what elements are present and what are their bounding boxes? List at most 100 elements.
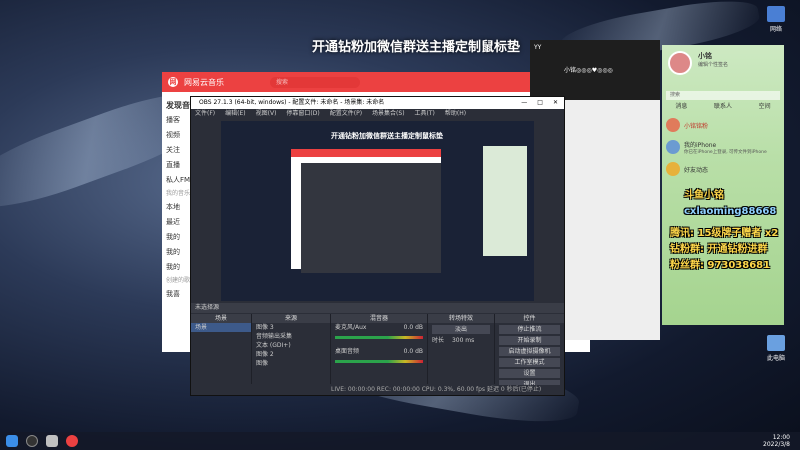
mixer-dock-title: 混音器 xyxy=(331,314,427,323)
menu-edit[interactable]: 编辑(E) xyxy=(225,109,245,119)
obs-statusbar: LIVE: 00:00:00 REC: 00:00:00 CPU: 0.3%, … xyxy=(191,385,564,395)
yy-title: YY xyxy=(534,44,542,51)
taskbar: 12:00 2022/3/8 xyxy=(0,432,800,450)
menu-help[interactable]: 帮助(H) xyxy=(445,109,466,119)
music-app-title: 网易云音乐 xyxy=(184,77,224,87)
overlay-line: cxlaoming88668 xyxy=(684,206,777,217)
tab-space[interactable]: 空间 xyxy=(759,100,771,114)
mixer-channel-name: 桌面音频 xyxy=(335,348,360,355)
qq-username: 小铭 xyxy=(698,52,712,60)
menu-profile[interactable]: 配置文件(P) xyxy=(330,109,362,119)
nested-qq-window xyxy=(483,146,527,256)
overlay-line: 腾讯: 15级牌子赠者 x2 xyxy=(670,228,779,239)
sources-dock-title: 来源 xyxy=(252,314,330,323)
menu-file[interactable]: 文件(F) xyxy=(195,109,215,119)
music-search-input[interactable]: 搜索 xyxy=(270,76,360,88)
obs-preview[interactable]: 开通钻粉加微信群送主播定制鼠标垫 xyxy=(221,121,534,301)
stream-banner: 开通钻粉加微信群送主播定制鼠标垫 xyxy=(311,40,520,55)
contact-name: 小铭铭粉 xyxy=(684,122,709,130)
menu-scene-collection[interactable]: 场景集合(S) xyxy=(372,109,405,119)
source-item[interactable]: 图像 xyxy=(252,359,330,368)
transition-select[interactable]: 淡出 xyxy=(432,325,490,334)
computer-icon xyxy=(767,335,785,351)
menu-tools[interactable]: 工具(T) xyxy=(415,109,435,119)
netease-logo-icon: 网 xyxy=(168,77,178,87)
controls-dock: 控件 停止推流 开始录制 启动虚拟摄像机 工作室模式 设置 退出 xyxy=(495,314,564,389)
obs-title-text: OBS 27.1.3 (64-bit, windows) - 配置文件: 未命名… xyxy=(199,99,385,106)
contact-name: 我的iPhone xyxy=(684,141,717,149)
qq-window: 小铭 编辑个性签名 搜索 消息 联系人 空间 小铭铭粉 我的iPhone 你已在… xyxy=(662,45,784,325)
overlay-line: 钻粉群: 开通钻粉进群 xyxy=(670,244,768,255)
avatar[interactable] xyxy=(668,51,692,75)
duration-input[interactable]: 300 ms xyxy=(452,337,474,344)
overlay-line: 粉丝群: 973038681 xyxy=(670,260,771,271)
desktop-icon-network[interactable]: 网络 xyxy=(756,6,796,33)
contact-name: 好友动态 xyxy=(684,166,709,174)
close-icon[interactable]: ✕ xyxy=(553,97,558,109)
scenes-dock-title: 场景 xyxy=(191,314,251,323)
network-icon xyxy=(767,6,785,22)
menu-docks[interactable]: 停靠窗口(D) xyxy=(286,109,319,119)
source-item[interactable]: 图像 2 xyxy=(252,350,330,359)
transition-duration: 时长 300 ms xyxy=(428,336,494,345)
taskbar-clock[interactable]: 12:00 2022/3/8 xyxy=(763,434,790,448)
volume-meter[interactable] xyxy=(335,336,423,339)
list-item[interactable]: 小铭铭粉 xyxy=(662,114,784,136)
source-item[interactable]: 音频输出采集 xyxy=(252,332,330,341)
phone-icon xyxy=(666,140,680,154)
qq-header: 小铭 编辑个性签名 xyxy=(662,45,784,91)
preview-banner: 开通钻粉加微信群送主播定制鼠标垫 xyxy=(331,132,443,140)
list-item[interactable]: 我的iPhone 你已在iPhone上登录, 可传文件到iPhone xyxy=(662,136,784,158)
virtual-camera-button[interactable]: 启动虚拟摄像机 xyxy=(499,347,560,356)
obs-source-toolbar: 未选择源 xyxy=(191,303,564,313)
netease-taskbar-icon[interactable] xyxy=(66,435,78,447)
clock-time: 12:00 xyxy=(772,434,790,441)
yy-header: YY 小铭◎◎◎♥◎◎◎ xyxy=(530,40,660,100)
yy-user: 小铭◎◎◎♥◎◎◎ xyxy=(564,67,613,74)
obs-window: OBS 27.1.3 (64-bit, windows) - 配置文件: 未命名… xyxy=(190,96,565,396)
qq-tabs: 消息 联系人 空间 xyxy=(662,100,784,114)
duration-label: 时长 xyxy=(432,337,445,344)
maximize-icon[interactable]: □ xyxy=(537,97,543,109)
source-item[interactable]: 文本 (GDI+) xyxy=(252,341,330,350)
mixer-channel: 麦克风/Aux 0.0 dB xyxy=(331,323,427,332)
mixer-channel-name: 麦克风/Aux xyxy=(335,324,367,331)
tab-messages[interactable]: 消息 xyxy=(675,100,687,114)
obs-docks: 场景 场景 来源 图像 3 音频输出采集 文本 (GDI+) 图像 2 图像 混… xyxy=(191,314,564,389)
mixer-channel: 桌面音频 0.0 dB xyxy=(331,347,427,356)
contact-message: 你已在iPhone上登录, 可传文件到iPhone xyxy=(684,149,767,155)
menu-view[interactable]: 视图(V) xyxy=(256,109,277,119)
transitions-dock-title: 转场特效 xyxy=(428,314,494,323)
desktop-icon-computer[interactable]: 此电脑 xyxy=(756,335,796,362)
obs-titlebar: OBS 27.1.3 (64-bit, windows) - 配置文件: 未命名… xyxy=(191,97,564,109)
no-source-label: 未选择源 xyxy=(195,304,220,311)
transitions-dock: 转场特效 淡出 时长 300 ms xyxy=(428,314,494,384)
app-taskbar-icon[interactable] xyxy=(46,435,58,447)
settings-button[interactable]: 设置 xyxy=(499,369,560,378)
obs-taskbar-icon[interactable] xyxy=(26,435,38,447)
star-icon xyxy=(666,162,680,176)
obs-menubar: 文件(F) 编辑(E) 视图(V) 停靠窗口(D) 配置文件(P) 场景集合(S… xyxy=(191,109,564,119)
clock-date: 2022/3/8 xyxy=(763,441,790,448)
minimize-icon[interactable]: — xyxy=(521,97,527,109)
windows-start-icon[interactable] xyxy=(6,435,18,447)
list-item[interactable]: 好友动态 xyxy=(662,158,784,180)
controls-dock-title: 控件 xyxy=(495,314,564,323)
scene-item[interactable]: 场景 xyxy=(191,323,251,332)
volume-meter[interactable] xyxy=(335,360,423,363)
mixer-channel-db: 0.0 dB xyxy=(403,348,423,355)
avatar xyxy=(666,118,680,132)
mixer-dock: 混音器 麦克风/Aux 0.0 dB 桌面音频 0.0 dB xyxy=(331,314,427,384)
scenes-dock: 场景 场景 xyxy=(191,314,251,384)
overlay-line: 斗鱼小铭 xyxy=(684,190,724,201)
tab-contacts[interactable]: 联系人 xyxy=(714,100,732,114)
sources-dock: 来源 图像 3 音频输出采集 文本 (GDI+) 图像 2 图像 xyxy=(252,314,330,384)
source-item[interactable]: 图像 3 xyxy=(252,323,330,332)
start-record-button[interactable]: 开始录制 xyxy=(499,336,560,345)
stop-stream-button[interactable]: 停止推流 xyxy=(499,325,560,334)
qq-signature[interactable]: 编辑个性签名 xyxy=(698,61,728,68)
nested-obs-window xyxy=(301,163,441,273)
qq-search-input[interactable]: 搜索 xyxy=(666,91,780,100)
studio-mode-button[interactable]: 工作室模式 xyxy=(499,358,560,367)
mixer-channel-db: 0.0 dB xyxy=(403,324,423,331)
